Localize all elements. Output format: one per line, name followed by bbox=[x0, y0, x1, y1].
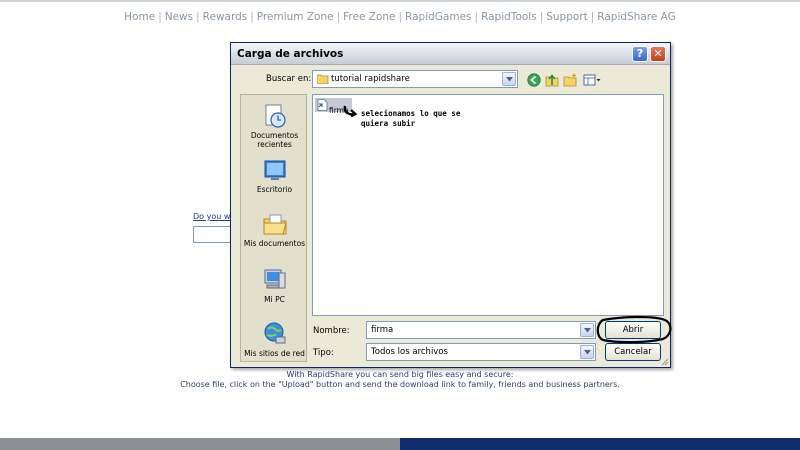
annotation-text: selecionamos lo que se quiera subir bbox=[361, 109, 460, 129]
my-documents-icon bbox=[263, 214, 287, 235]
chevron-down-icon bbox=[584, 350, 591, 355]
place-label: Mis documentos bbox=[243, 239, 306, 248]
network-places-icon bbox=[264, 322, 285, 344]
place-label: Mis sitios de red bbox=[244, 349, 305, 358]
nav-separator: | bbox=[250, 11, 254, 23]
nav-separator: | bbox=[474, 11, 479, 23]
look-in-dropdown-arrow[interactable] bbox=[502, 72, 516, 86]
look-in-value: tutorial rapidshare bbox=[331, 74, 410, 84]
nav-free-zone-link[interactable]: Free Zone bbox=[343, 11, 395, 23]
file-list[interactable]: firma selecionamos lo que se quiera subi… bbox=[312, 94, 664, 316]
my-computer-icon bbox=[264, 269, 285, 289]
places-bar: Documentos recientes Escritorio Mis docu… bbox=[240, 94, 307, 362]
chevron-down-icon bbox=[506, 77, 513, 82]
top-border bbox=[0, 0, 800, 2]
desktop-icon bbox=[264, 160, 285, 180]
pointer-arrow-icon bbox=[343, 105, 357, 117]
top-navigation: Home | News | Rewards | Premium Zone | Free Zone… bbox=[0, 11, 800, 23]
nav-news-link[interactable]: News bbox=[165, 11, 193, 23]
views-menu-icon[interactable] bbox=[583, 73, 601, 87]
filetype-label: Tipo: bbox=[313, 348, 334, 358]
nav-separator: | bbox=[590, 11, 595, 23]
background-question-link[interactable]: Do you wa bbox=[193, 212, 233, 221]
chevron-down-icon bbox=[584, 328, 591, 333]
background-input-field[interactable] bbox=[193, 226, 233, 243]
filename-label: Nombre: bbox=[313, 326, 350, 336]
footer-bar-gray bbox=[0, 438, 400, 450]
nav-premium-zone-link[interactable]: Premium Zone bbox=[257, 11, 334, 23]
nav-rapidgames-link[interactable]: RapidGames bbox=[405, 11, 471, 23]
dialog-titlebar[interactable]: Carga de archivos ? ✕ bbox=[231, 43, 670, 65]
place-recent-documents[interactable]: Documentos recientes bbox=[241, 103, 308, 149]
nav-separator: | bbox=[336, 11, 341, 23]
look-in-dropdown[interactable]: tutorial rapidshare bbox=[312, 70, 518, 88]
close-button[interactable]: ✕ bbox=[650, 46, 666, 62]
nav-rapidshare-ag-link[interactable]: RapidShare AG bbox=[597, 11, 676, 23]
place-my-documents[interactable]: Mis documentos bbox=[241, 211, 308, 248]
nav-home-link[interactable]: Home bbox=[124, 11, 155, 23]
place-label: Mi PC bbox=[264, 295, 285, 304]
annotation-line1: selecionamos lo que se bbox=[361, 109, 461, 118]
filetype-dropdown-arrow[interactable] bbox=[580, 345, 594, 359]
filetype-value: Todos los archivos bbox=[371, 347, 448, 357]
place-network[interactable]: Mis sitios de red bbox=[241, 321, 308, 358]
cancel-button[interactable]: Cancelar bbox=[605, 343, 661, 361]
info-text-line2: Choose file, click on the "Upload" butto… bbox=[180, 380, 620, 389]
look-in-label: Buscar en: bbox=[266, 74, 312, 84]
file-upload-dialog: Carga de archivos ? ✕ Buscar en: tutoria… bbox=[230, 42, 672, 368]
filetype-dropdown[interactable]: Todos los archivos bbox=[366, 343, 596, 361]
nav-support-link[interactable]: Support bbox=[546, 11, 588, 23]
back-icon[interactable] bbox=[527, 73, 541, 87]
help-button[interactable]: ? bbox=[632, 46, 648, 62]
shortcut-file-icon bbox=[317, 99, 328, 111]
place-label: Escritorio bbox=[256, 185, 293, 194]
page: Home | News | Rewards | Premium Zone | Free Zone… bbox=[0, 0, 800, 450]
place-label: Documentos recientes bbox=[250, 131, 299, 149]
filename-value: firma bbox=[371, 325, 394, 335]
annotation-line2: quiera subir bbox=[361, 119, 416, 128]
place-my-computer[interactable]: Mi PC bbox=[241, 267, 308, 304]
nav-rewards-link[interactable]: Rewards bbox=[203, 11, 248, 23]
resize-grip-icon[interactable] bbox=[660, 357, 669, 366]
nav-rapidtools-link[interactable]: RapidTools bbox=[481, 11, 537, 23]
folder-icon bbox=[317, 74, 329, 84]
place-desktop[interactable]: Escritorio bbox=[241, 157, 308, 194]
filename-combobox[interactable]: firma bbox=[366, 321, 596, 339]
info-text-line1: With RapidShare you can send big files e… bbox=[286, 370, 514, 379]
up-folder-icon[interactable] bbox=[545, 73, 559, 87]
footer-bar-navy bbox=[400, 438, 800, 450]
highlight-circle-annotation bbox=[596, 315, 672, 344]
dialog-title: Carga de archivos bbox=[237, 48, 344, 60]
new-folder-icon[interactable] bbox=[563, 73, 577, 87]
filename-dropdown-arrow[interactable] bbox=[580, 323, 594, 337]
recent-documents-icon bbox=[265, 104, 286, 128]
nav-separator: | bbox=[196, 11, 200, 23]
nav-separator: | bbox=[539, 11, 544, 23]
nav-separator: | bbox=[398, 11, 403, 23]
nav-separator: | bbox=[158, 11, 162, 23]
